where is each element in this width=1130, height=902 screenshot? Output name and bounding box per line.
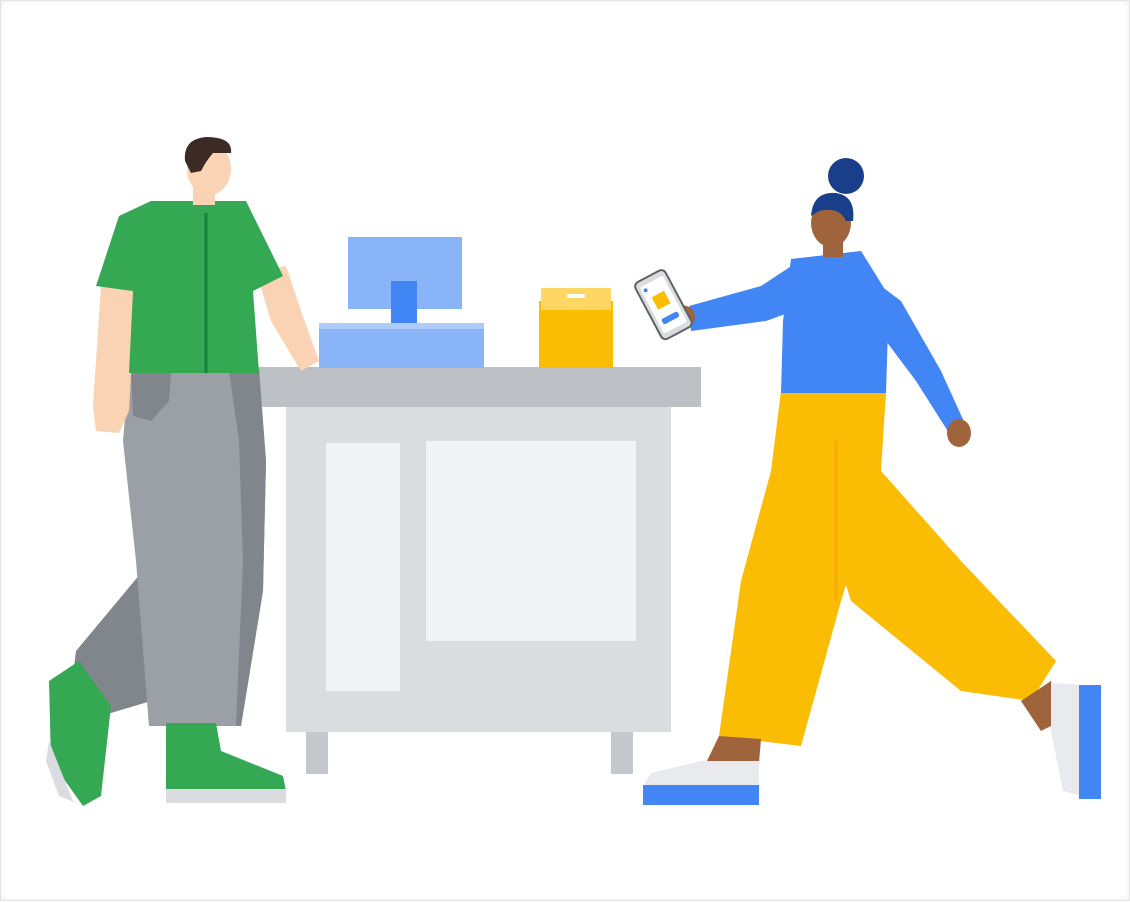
bag-body [539,301,613,368]
register-base [319,323,484,368]
customer-back-shoe-sole [1079,685,1101,799]
desktop-monitor-icon [319,237,484,368]
illustration-frame [0,0,1130,901]
monitor-stand [391,281,417,323]
shopping-bag-icon [539,288,613,368]
counter-panel-left [326,443,400,691]
clerk-front-shoe [166,723,286,791]
customer-front-ankle [706,736,761,763]
customer-front-shoe [643,761,759,786]
customer-back-hand [947,419,971,447]
counter-panel-right [426,441,636,641]
bag-top [541,288,611,310]
customer-figure [634,158,1101,805]
customer-hair-bun [828,158,864,194]
counter-top [244,367,701,407]
customer-front-shoe-sole [643,785,759,805]
clerk-figure [46,137,319,806]
smartphone-icon [634,269,693,341]
checkout-scene [46,137,1101,806]
register-base-shade [319,323,484,329]
clerk-front-shoe-sole [166,789,286,803]
checkout-counter [244,367,701,774]
counter-leg-left [306,726,328,774]
counter-leg-right [611,726,633,774]
bag-handle [567,294,585,298]
customer-back-shoe [1051,683,1081,796]
